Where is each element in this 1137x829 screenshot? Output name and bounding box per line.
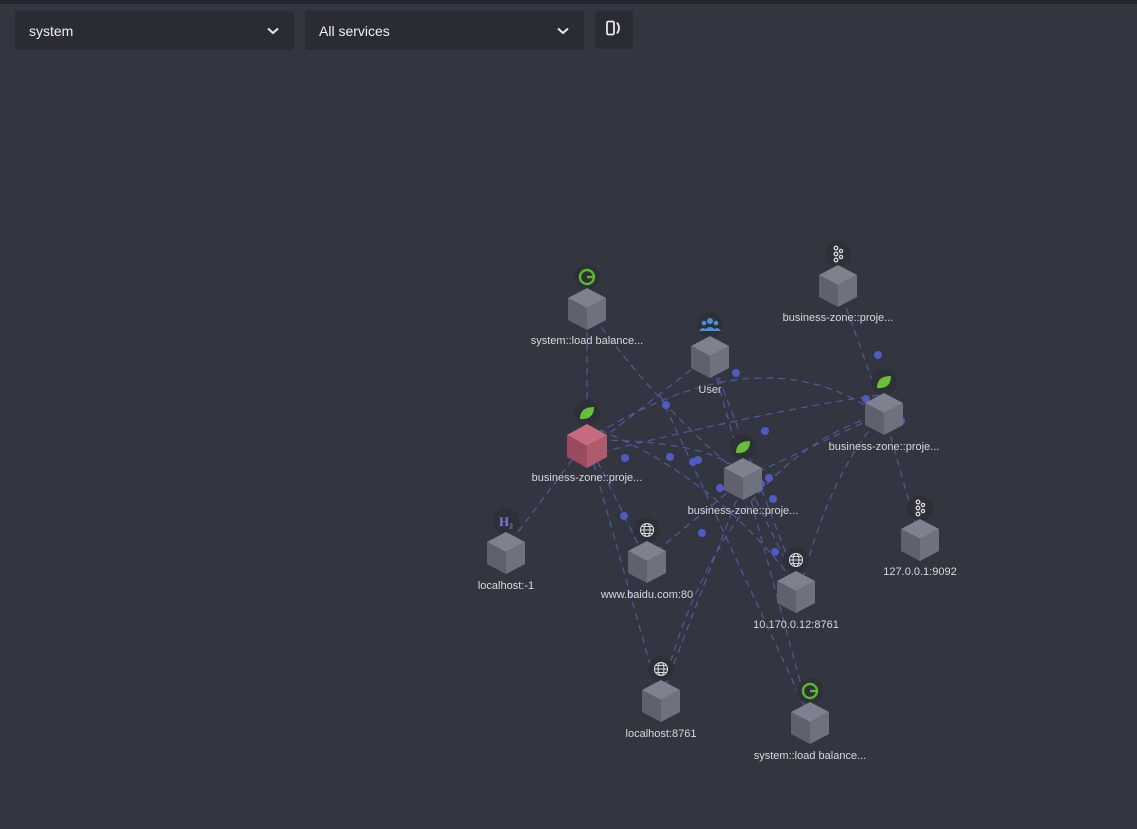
edge <box>837 284 885 414</box>
node-label: business-zone::proje... <box>688 505 799 517</box>
edge-dot <box>620 512 628 520</box>
edge-dot <box>662 401 670 409</box>
edge-dot <box>771 548 779 556</box>
edge-dot <box>666 453 674 461</box>
edge-dot <box>769 495 777 503</box>
icon-badge <box>697 312 723 338</box>
node-cube <box>865 393 903 435</box>
node-eureka-remote[interactable]: 10.170.0.12:8761 <box>753 547 839 631</box>
edge-dot <box>689 458 697 466</box>
node-label: www.baidu.com:80 <box>600 589 693 601</box>
node-label: localhost:-1 <box>478 580 534 592</box>
topology-graph[interactable]: system::load balance... User business-zo… <box>0 0 1137 829</box>
node-business-zone-center[interactable]: business-zone::proje... <box>688 434 799 517</box>
node-label: 127.0.0.1:9092 <box>883 566 956 578</box>
edge-dot <box>716 484 724 492</box>
node-load-balancer-top[interactable]: system::load balance... <box>531 264 644 347</box>
node-cube <box>777 571 815 613</box>
edge-dot <box>698 529 706 537</box>
node-eureka-local[interactable]: localhost:8761 <box>626 656 697 740</box>
node-kafka-broker[interactable]: 127.0.0.1:9092 <box>883 495 957 578</box>
node-label: system::load balance... <box>531 335 644 347</box>
node-label: business-zone::proje... <box>532 472 643 484</box>
node-label: system::load balance... <box>754 750 867 762</box>
node-label: business-zone::proje... <box>783 312 894 324</box>
node-label: business-zone::proje... <box>829 441 940 453</box>
node-localhost-h2[interactable]: H₂ localhost:-1 <box>478 508 534 592</box>
node-cube <box>819 265 857 307</box>
node-label: User <box>698 384 722 396</box>
node-label: 10.170.0.12:8761 <box>753 619 839 631</box>
node-cube <box>901 519 939 561</box>
node-load-balancer-bottom[interactable]: system::load balance... <box>754 678 867 762</box>
edge-dot <box>874 351 882 359</box>
node-baidu[interactable]: www.baidu.com:80 <box>600 517 693 601</box>
edge-dot <box>732 369 740 377</box>
edge <box>659 412 885 701</box>
edge-dot <box>765 474 773 482</box>
edge-dot <box>761 427 769 435</box>
edge <box>586 377 881 441</box>
node-label: localhost:8761 <box>626 728 697 740</box>
node-user[interactable]: User <box>691 312 729 396</box>
node-cube <box>568 288 606 330</box>
node-cube <box>691 336 729 378</box>
h2-icon: H₂ <box>499 514 513 529</box>
node-cube <box>487 532 525 574</box>
node-business-zone-kafka[interactable]: business-zone::proje... <box>783 241 894 324</box>
edge <box>799 412 885 591</box>
node-business-zone-right[interactable]: business-zone::proje... <box>829 369 940 453</box>
node-cube <box>642 680 680 722</box>
node-cube <box>628 541 666 583</box>
node-cube <box>791 702 829 744</box>
edge-dot <box>621 454 629 462</box>
